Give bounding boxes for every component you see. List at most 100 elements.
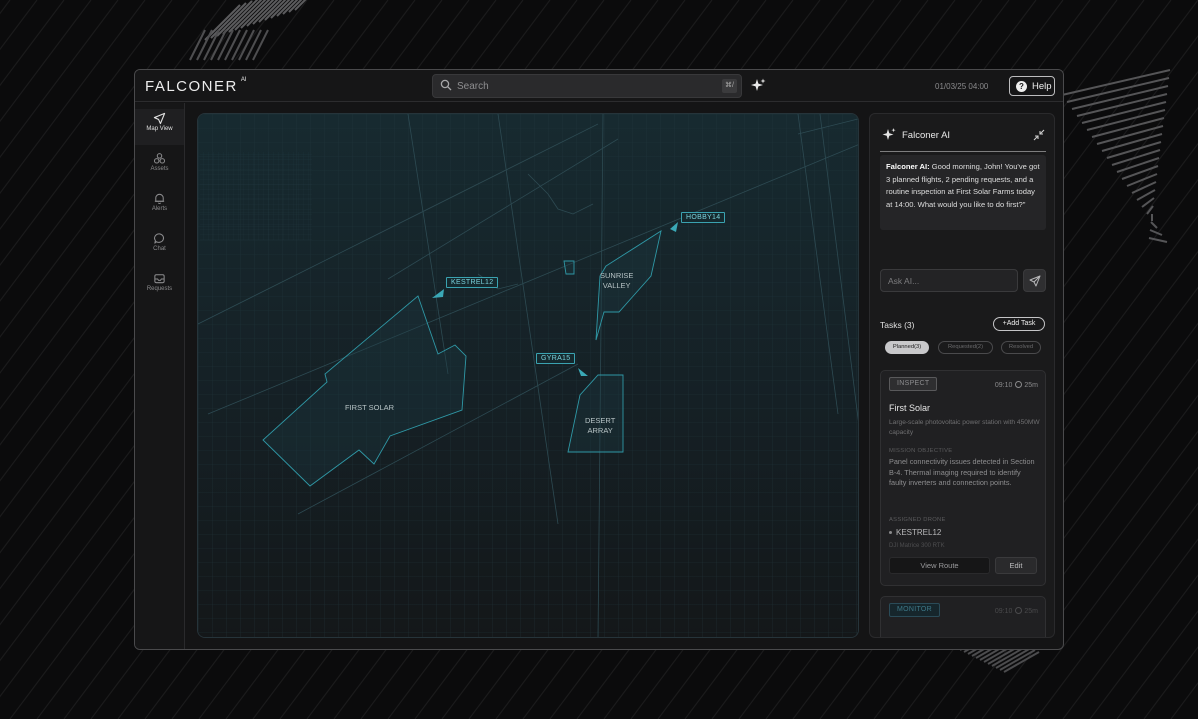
help-button[interactable]: ? Help: [1009, 76, 1055, 96]
sidebar-item-map-view[interactable]: Map View: [135, 109, 184, 145]
background-stripe: [0, 0, 119, 159]
area-label-first-solar: FIRST SOLAR: [345, 403, 394, 413]
assets-icon: [153, 153, 166, 164]
tasks-title: Tasks (3): [880, 320, 915, 330]
task-type-badge: MONITOR: [889, 603, 941, 617]
search-icon: [440, 79, 452, 91]
area-label-line: FIRST SOLAR: [345, 403, 395, 412]
area-label-line: SUNRISE: [600, 271, 634, 280]
area-small-parcel: [563, 260, 575, 275]
task-time-value: 09:10: [994, 382, 1013, 389]
background-stripe: [0, 0, 11, 15]
logo-text: FALCONER: [145, 78, 238, 95]
task-time: 09:10 25m: [995, 381, 1038, 389]
sidebar-item-requests[interactable]: Requests: [135, 269, 184, 305]
inbox-icon: [154, 274, 165, 284]
task-type-badge: INSPECT: [889, 377, 938, 391]
sidebar: Map View Assets Alerts Chat Requests: [135, 103, 185, 649]
area-label-line: VALLEY: [602, 281, 631, 290]
sidebar-item-label: Map View: [146, 126, 173, 132]
area-label-sunrise-valley: SUNRISE VALLEY: [600, 271, 633, 291]
top-bar: FALCONERAI ⌘/ 01/03/25 04:00 ? Help: [135, 70, 1063, 102]
assigned-drone-label: ASSIGNED DRONE: [889, 517, 946, 523]
background-stripe: [231, 29, 248, 61]
area-label-line: ARRAY: [587, 426, 613, 435]
clock-icon: [1015, 381, 1023, 388]
background-stripe: [1111, 149, 1161, 166]
ai-panel: Falconer AI Falconer AI: Good morning, J…: [869, 113, 1055, 638]
ask-ai-input[interactable]: [880, 269, 1018, 292]
background-stripe: [0, 0, 146, 195]
bell-icon: [154, 193, 165, 205]
background-stripe: [217, 29, 234, 61]
ai-sparkle-icon[interactable]: [749, 77, 767, 95]
background-stripe: [0, 0, 38, 51]
ai-panel-divider: [880, 151, 1046, 152]
background-stripe: [1106, 141, 1162, 159]
background-stripe: [196, 29, 213, 61]
current-datetime: 01/03/25 04:00: [935, 82, 989, 91]
drone-tag-kestrel12[interactable]: KESTREL12: [446, 277, 499, 288]
task-time-value: 09:10: [994, 608, 1013, 615]
drone-model: DJI Matrice 300 RTK: [889, 543, 945, 549]
help-label: Help: [1032, 81, 1052, 92]
drone-tag-gyra15[interactable]: GYRA15: [536, 353, 576, 364]
collapse-icon[interactable]: [1033, 129, 1045, 141]
background-stripe: [0, 0, 92, 123]
sidebar-item-assets[interactable]: Assets: [135, 149, 184, 185]
search-bar[interactable]: ⌘/: [432, 74, 742, 98]
task-card[interactable]: MONITOR 09:10 25m: [880, 596, 1046, 637]
assigned-drone-name: KESTREL12: [896, 528, 942, 537]
map-canvas[interactable]: [198, 114, 859, 638]
chat-icon: [154, 233, 165, 244]
ai-message-sender: Falconer AI:: [886, 162, 930, 171]
map-field-block: [200, 152, 312, 240]
filter-resolved[interactable]: Resolved: [1001, 341, 1041, 354]
task-duration: 25m: [1024, 382, 1038, 389]
background-stripe: [1096, 125, 1164, 145]
mission-objective-label: MISSION OBJECTIVE: [889, 448, 953, 454]
status-dot: [889, 531, 892, 534]
search-input[interactable]: [457, 78, 707, 94]
background-stripe: [1062, 538, 1198, 719]
background-stripe: [1170, 682, 1198, 719]
background-stripe: [1101, 133, 1163, 152]
ai-panel-title: Falconer AI: [902, 130, 951, 141]
map-view[interactable]: FIRST SOLAR SUNRISE VALLEY DESERT ARRAY HO…: [197, 113, 859, 638]
sidebar-item-alerts[interactable]: Alerts: [135, 189, 184, 225]
task-card[interactable]: INSPECT 09:10 25m First Solar Large-scale…: [880, 370, 1046, 586]
ai-sparkle-icon: [882, 128, 896, 140]
sidebar-item-label: Assets: [150, 166, 169, 172]
background-stripe: [238, 29, 255, 61]
task-description: Large-scale photovoltaic power station w…: [889, 419, 1040, 436]
edit-button[interactable]: Edit: [995, 557, 1037, 574]
background-stripe: [1116, 610, 1198, 719]
logo-superscript: AI: [240, 77, 247, 83]
assigned-drone: KESTREL12: [889, 528, 941, 537]
sidebar-item-label: Chat: [153, 246, 166, 252]
mission-objective: Panel connectivity issues detected in Se…: [889, 457, 1035, 487]
view-route-button[interactable]: View Route: [889, 557, 990, 574]
drone-tag-hobby14[interactable]: HOBBY14: [681, 212, 726, 223]
send-icon: [1029, 275, 1041, 287]
task-duration: 25m: [1024, 608, 1038, 615]
background-stripe: [1150, 221, 1158, 229]
sidebar-item-label: Requests: [146, 286, 173, 292]
search-shortcut: ⌘/: [722, 79, 737, 93]
ai-message: Falconer AI: Good morning, John! You've …: [880, 155, 1046, 230]
question-icon: ?: [1016, 81, 1027, 92]
send-button[interactable]: [1023, 269, 1046, 292]
filter-planned[interactable]: Planned(3): [885, 341, 929, 354]
task-time: 09:10 25m: [995, 607, 1038, 615]
task-title: First Solar: [889, 403, 931, 413]
area-label-line: DESERT: [585, 416, 616, 425]
background-stripe: [1116, 157, 1160, 173]
sidebar-item-chat[interactable]: Chat: [135, 229, 184, 265]
filter-requested[interactable]: Requested(2): [938, 341, 993, 354]
add-task-button[interactable]: +Add Task: [993, 317, 1045, 331]
area-label-desert-array: DESERT ARRAY: [585, 416, 615, 436]
app-window: FALCONERAI ⌘/ 01/03/25 04:00 ? Help Map …: [134, 69, 1064, 650]
clock-icon: [1015, 607, 1023, 614]
app-logo[interactable]: FALCONER AI: [145, 77, 247, 95]
plane-icon: [153, 112, 166, 125]
